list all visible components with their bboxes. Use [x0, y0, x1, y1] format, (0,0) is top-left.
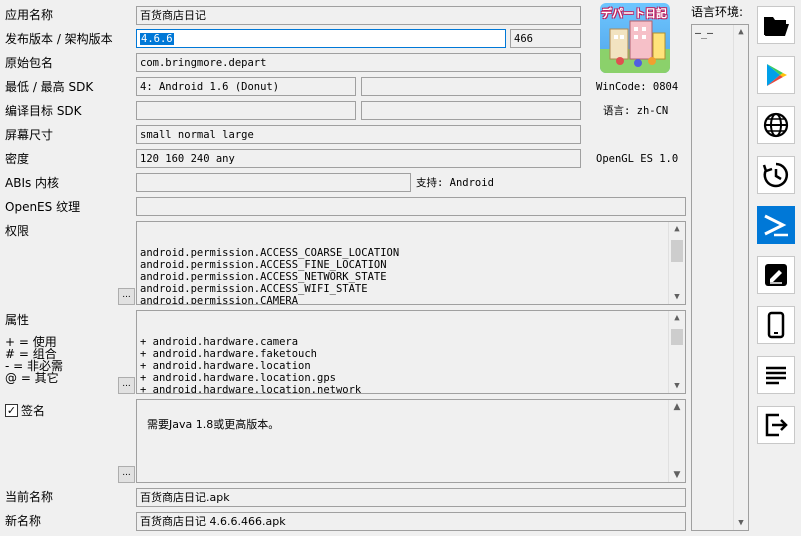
app-icon-title: デパート日記 — [601, 7, 667, 20]
permission-item[interactable]: android.permission.ACCESS_COARSE_LOCATIO… — [140, 247, 682, 259]
scroll-up-icon[interactable]: ▲ — [669, 311, 685, 325]
exit-button[interactable] — [757, 406, 795, 444]
permissions-lines: android.permission.ACCESS_COARSE_LOCATIO… — [140, 247, 682, 304]
features-scrollbar[interactable]: ▲ ▼ — [668, 311, 685, 393]
version-name-selection: 4.6.6 — [140, 33, 174, 45]
details-list-button[interactable] — [757, 356, 795, 394]
edit-button[interactable] — [757, 256, 795, 294]
scroll-down-icon[interactable]: ▼ — [669, 290, 685, 304]
label-density: 密度 — [5, 152, 30, 166]
google-play-icon — [767, 64, 787, 86]
version-name-field[interactable]: 4.6.6 — [136, 29, 506, 48]
label-new-name: 新名称 — [5, 514, 42, 528]
density-field[interactable]: 120 160 240 any — [136, 149, 581, 168]
feature-item[interactable]: + android.hardware.location.gps — [140, 372, 682, 384]
opengl-texture-field[interactable] — [136, 197, 686, 216]
edit-icon — [765, 264, 787, 286]
opengl-version-label: OpenGL ES 1.0 — [596, 153, 679, 165]
device-button[interactable] — [757, 306, 795, 344]
abis-support-label: 支持: Android — [416, 177, 494, 189]
scroll-down-icon[interactable]: ▼ — [669, 468, 685, 482]
permissions-scrollbar[interactable]: ▲ ▼ — [668, 222, 685, 304]
label-app-name: 应用名称 — [5, 8, 54, 22]
wincode-label: WinCode: 0804 — [596, 81, 679, 93]
scroll-up-icon[interactable]: ▲ — [669, 222, 685, 236]
scroll-down-icon[interactable]: ▼ — [669, 379, 685, 393]
language-env-label: 语言环境: — [691, 5, 744, 19]
label-signature: 签名 — [21, 404, 46, 418]
terminal-icon — [764, 214, 788, 237]
abis-field[interactable] — [136, 173, 411, 192]
permission-item[interactable]: android.permission.CAMERA — [140, 295, 682, 304]
label-permissions: 权限 — [5, 224, 30, 238]
permissions-more-button[interactable]: ... — [118, 288, 135, 305]
feature-item[interactable]: + android.hardware.camera — [140, 336, 682, 348]
history-button[interactable] — [757, 156, 795, 194]
history-icon — [762, 162, 789, 188]
features-more-button[interactable]: ... — [118, 377, 135, 394]
scroll-up-icon[interactable]: ▲ — [669, 400, 685, 414]
folder-open-icon — [764, 17, 789, 36]
feature-item[interactable]: + android.hardware.location.network — [140, 384, 682, 393]
signature-text[interactable]: 需要Java 1.8或更高版本。 ▲ ▼ — [136, 399, 686, 483]
label-features: 属性 — [5, 313, 30, 327]
signature-checkbox[interactable]: ✓ — [5, 404, 18, 417]
target-sdk-field[interactable] — [136, 101, 356, 120]
phone-icon — [767, 311, 785, 339]
label-package: 原始包名 — [5, 56, 54, 70]
screen-size-field[interactable]: small normal large — [136, 125, 581, 144]
new-name-field[interactable]: 百货商店日记 4.6.6.466.apk — [136, 512, 686, 531]
exit-icon — [765, 413, 788, 437]
signature-scrollbar[interactable]: ▲ ▼ — [668, 400, 685, 482]
scroll-up-icon[interactable]: ▲ — [734, 25, 748, 39]
list-icon — [766, 366, 786, 385]
label-current-name: 当前名称 — [5, 490, 54, 504]
scroll-thumb[interactable] — [671, 240, 683, 262]
globe-icon — [763, 112, 789, 138]
permission-item[interactable]: android.permission.ACCESS_FINE_LOCATION — [140, 259, 682, 271]
features-list[interactable]: + android.hardware.camera + android.hardw… — [136, 310, 686, 394]
app-icon: デパート日記 — [600, 3, 670, 73]
current-name-field[interactable]: 百货商店日记.apk — [136, 488, 686, 507]
legend-other: @ = 其它 — [5, 371, 59, 385]
open-file-button[interactable] — [757, 6, 795, 44]
target-sdk-field-2[interactable] — [361, 101, 581, 120]
app-name-field[interactable]: 百货商店日记 — [136, 6, 581, 25]
permission-item[interactable]: android.permission.ACCESS_NETWORK_STATE — [140, 271, 682, 283]
language-list[interactable]: —_— ▲ ▼ — [691, 24, 749, 531]
feature-item[interactable]: + android.hardware.location — [140, 360, 682, 372]
label-opengl-texture: OpenES 纹理 — [5, 200, 81, 214]
scroll-down-icon[interactable]: ▼ — [734, 516, 748, 530]
feature-item[interactable]: + android.hardware.faketouch — [140, 348, 682, 360]
features-lines: + android.hardware.camera + android.hardw… — [140, 336, 682, 393]
version-code-field[interactable]: 466 — [510, 29, 581, 48]
terminal-button[interactable] — [757, 206, 795, 244]
scroll-thumb[interactable] — [671, 329, 683, 345]
permission-item[interactable]: android.permission.ACCESS_WIFI_STATE — [140, 283, 682, 295]
web-search-button[interactable] — [757, 106, 795, 144]
label-screen: 屏幕尺寸 — [5, 128, 54, 142]
min-sdk-field[interactable]: 4: Android 1.6 (Donut) — [136, 77, 356, 96]
signature-more-button[interactable]: ... — [118, 466, 135, 483]
max-sdk-field[interactable] — [361, 77, 581, 96]
label-sdk: 最低 / 最高 SDK — [5, 80, 94, 94]
language-scrollbar[interactable]: ▲ ▼ — [733, 25, 748, 530]
signature-message: 需要Java 1.8或更高版本。 — [147, 418, 280, 431]
label-version: 发布版本 / 架构版本 — [5, 32, 113, 46]
permissions-list[interactable]: android.permission.ACCESS_COARSE_LOCATIO… — [136, 221, 686, 305]
language-label: 语言: zh-CN — [603, 105, 669, 117]
label-target-sdk: 编译目标 SDK — [5, 104, 82, 118]
google-play-button[interactable] — [757, 56, 795, 94]
label-abis: ABIs 内核 — [5, 176, 60, 190]
package-field[interactable]: com.bringmore.depart — [136, 53, 581, 72]
